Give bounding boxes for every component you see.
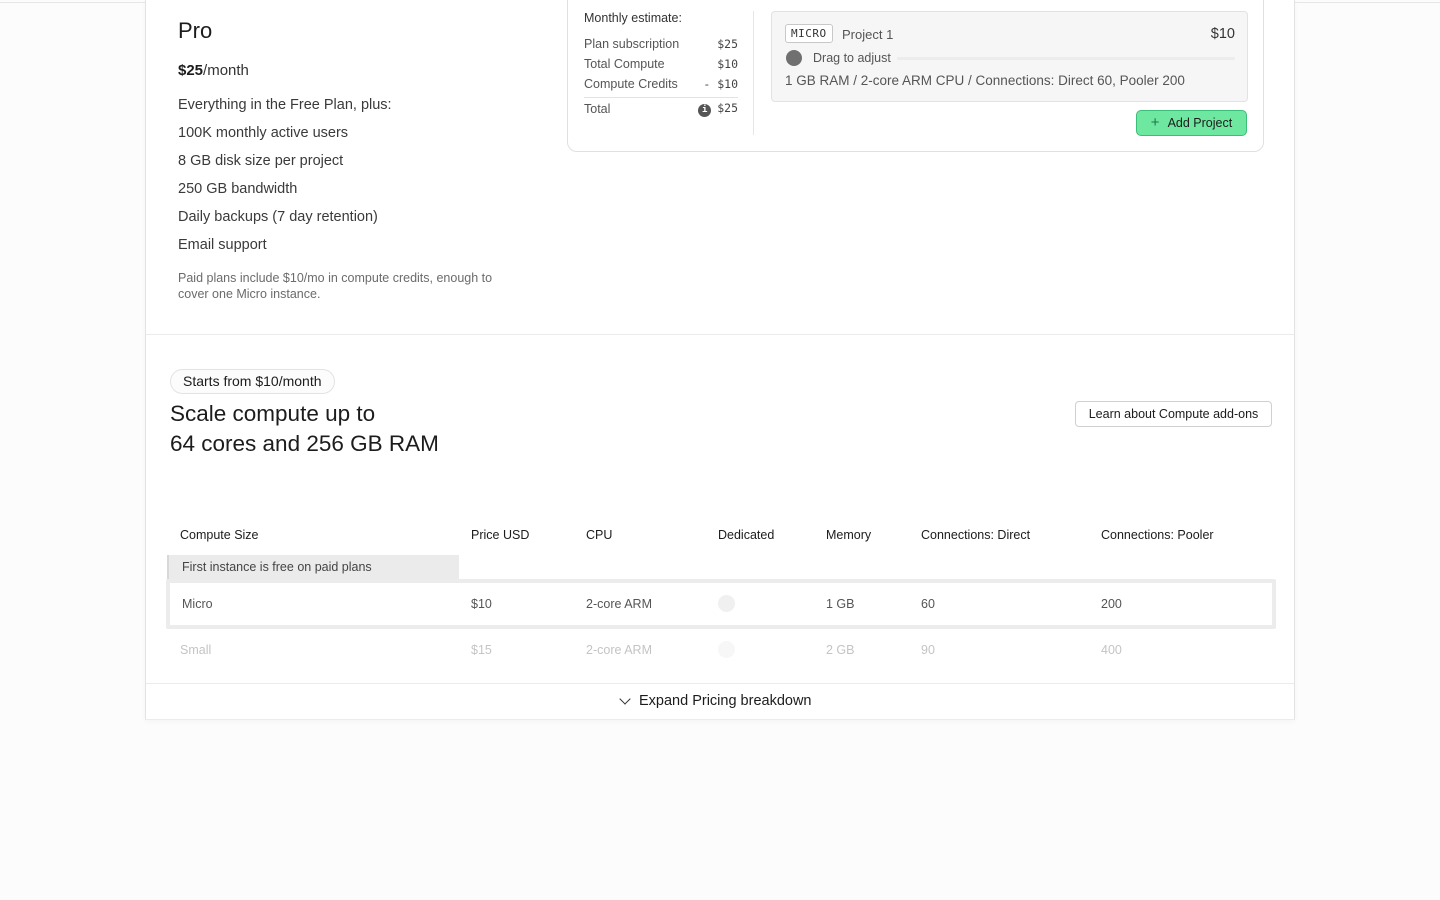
estimate-panel: Monthly estimate: Plan subscription $25 T… — [567, 0, 1264, 152]
info-icon[interactable]: i — [698, 103, 712, 117]
feature-item: 8 GB disk size per project — [178, 153, 344, 169]
compute-size-badge: MICRO — [785, 24, 833, 43]
estimate-total-value: $25 — [717, 101, 738, 116]
estimate-row-value: $10 — [717, 57, 738, 71]
cell-pooler: 400 — [1101, 643, 1122, 657]
dedicated-indicator-icon — [718, 641, 735, 658]
dedicated-indicator-icon — [718, 595, 735, 612]
estimate-row-label: Plan subscription — [584, 37, 680, 51]
column-header: Memory — [826, 528, 872, 542]
estimate-row-label: Compute Credits — [584, 77, 678, 91]
cell-price: $15 — [471, 643, 492, 657]
compute-headline-line: 64 cores and 256 GB RAM — [170, 431, 439, 456]
estimate-row: Total Compute $10 — [584, 54, 738, 74]
project-spec: 1 GB RAM / 2-core ARM CPU / Connections:… — [785, 73, 1185, 88]
add-project-button[interactable]: + Add Project — [1136, 110, 1247, 136]
estimate-total: Total i $25 — [584, 97, 738, 117]
plus-icon: + — [1150, 114, 1160, 131]
estimate-total-value-wrap: i $25 — [698, 101, 738, 117]
project-price: $10 — [1210, 26, 1235, 42]
add-project-label: Add Project — [1167, 116, 1233, 130]
estimate-divider — [753, 11, 754, 135]
cell-cpu: 2-core ARM — [586, 643, 652, 657]
section-divider — [146, 334, 1294, 335]
plan-price: $25/month — [178, 62, 249, 79]
compute-headline-line: Scale compute up to — [170, 401, 376, 426]
column-header: CPU — [586, 528, 613, 542]
column-header: Dedicated — [718, 528, 775, 542]
estimate-row: Plan subscription $25 — [584, 34, 738, 54]
slider-label: Drag to adjust — [813, 51, 891, 65]
plan-price-amount: $25 — [178, 62, 204, 79]
column-header: Compute Size — [180, 528, 259, 542]
cell-size: Micro — [182, 597, 213, 611]
cell-cpu: 2-core ARM — [586, 597, 652, 611]
cell-pooler: 200 — [1101, 597, 1122, 611]
project-card: MICRO Project 1 $10 Drag to adjust 1 GB … — [771, 11, 1248, 102]
cell-size: Small — [180, 643, 212, 657]
cell-memory: 2 GB — [826, 643, 855, 657]
feature-item: Email support — [178, 237, 267, 253]
plan-name: Pro — [178, 18, 213, 43]
feature-item: Daily backups (7 day retention) — [178, 209, 378, 225]
compute-slider-track[interactable] — [897, 57, 1235, 60]
learn-compute-addons-button[interactable]: Learn about Compute add-ons — [1075, 401, 1272, 427]
cell-direct: 90 — [921, 643, 935, 657]
compute-headline: Scale compute up to 64 cores and 256 GB … — [170, 399, 490, 459]
expand-pricing-button[interactable]: Expand Pricing breakdown — [619, 693, 812, 709]
cell-memory: 1 GB — [826, 597, 855, 611]
estimate-title: Monthly estimate: — [584, 11, 682, 25]
expand-pricing-label: Expand Pricing breakdown — [639, 693, 812, 709]
project-name: Project 1 — [842, 27, 894, 42]
estimate-total-label: Total — [584, 102, 611, 116]
monthly-estimate: Monthly estimate: Plan subscription $25 T… — [584, 11, 738, 117]
estimate-row: Compute Credits - $10 — [584, 74, 738, 94]
plan-note: Paid plans include $10/mo in compute cre… — [178, 271, 493, 301]
estimate-row-value: - $10 — [703, 77, 738, 91]
compute-slider-handle[interactable] — [786, 50, 802, 66]
estimate-row-value: $25 — [717, 37, 738, 51]
cell-price: $10 — [471, 597, 492, 611]
column-header: Connections: Pooler — [1101, 528, 1214, 542]
column-header: Connections: Direct — [921, 528, 1031, 542]
feature-item: 100K monthly active users — [178, 125, 349, 141]
pricing-card: Pro $25/month Everything in the Free Pla… — [145, 0, 1295, 720]
estimate-row-label: Total Compute — [584, 57, 665, 71]
free-instance-tag: First instance is free on paid plans — [167, 555, 459, 580]
plan-features: Everything in the Free Plan, plus: 100K … — [178, 96, 392, 264]
feature-item: 250 GB bandwidth — [178, 181, 298, 197]
starting-price-pill: Starts from $10/month — [170, 369, 335, 394]
plan-price-suffix: /month — [203, 62, 249, 79]
cell-direct: 60 — [921, 597, 935, 611]
chevron-down-icon — [619, 693, 631, 705]
feature-item: Everything in the Free Plan, plus: — [178, 97, 392, 113]
footer-divider — [146, 683, 1294, 684]
column-header: Price USD — [471, 528, 530, 542]
